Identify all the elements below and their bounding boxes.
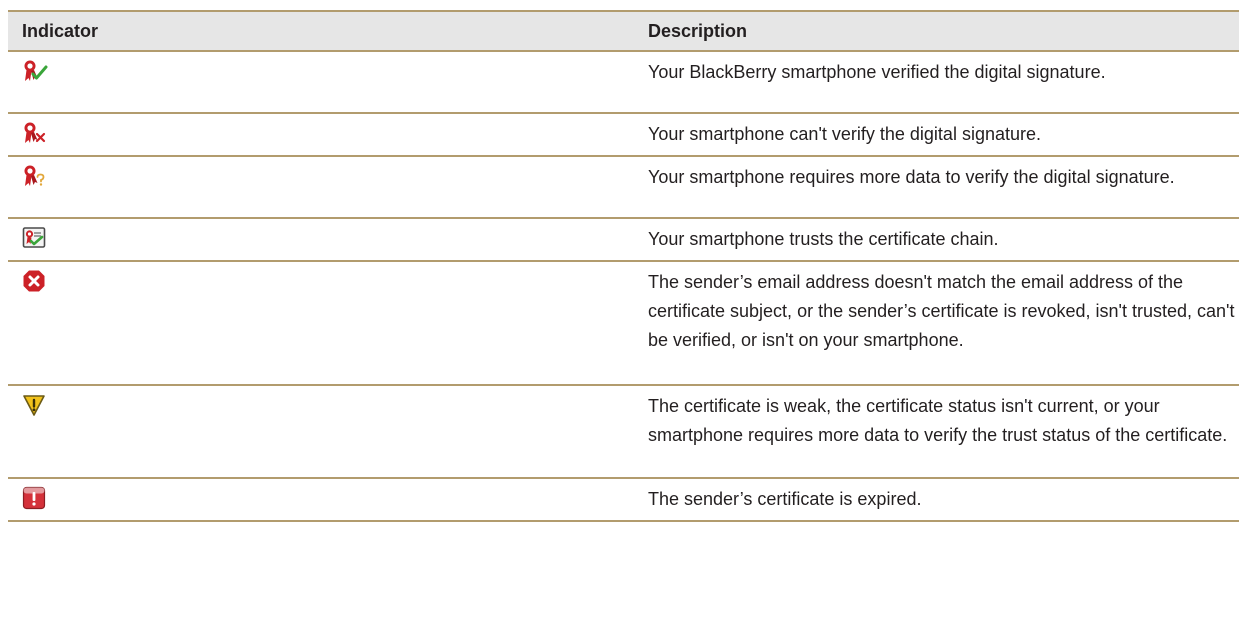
indicator-cell	[8, 156, 638, 218]
certificate-chain-trusted-icon	[22, 226, 46, 250]
signature-needs-data-icon	[22, 164, 46, 188]
certificate-expired-icon	[22, 486, 46, 510]
column-header-description: Description	[648, 20, 748, 41]
description-cell: Your smartphone trusts the certificate c…	[648, 229, 999, 249]
error-x-icon	[22, 269, 46, 293]
warning-triangle-icon	[22, 393, 46, 417]
signature-verified-icon	[22, 59, 48, 83]
indicator-cell	[8, 51, 638, 113]
table-row: Your smartphone can't verify the digital…	[8, 113, 1239, 156]
description-cell: The certificate is weak, the certificate…	[648, 396, 1228, 445]
indicator-cell	[8, 113, 638, 156]
table-row: Your smartphone trusts the certificate c…	[8, 218, 1239, 261]
description-cell: Your BlackBerry smartphone verified the …	[648, 62, 1106, 82]
table-row: The sender’s certificate is expired.	[8, 478, 1239, 521]
table-row: The sender’s email address doesn't match…	[8, 261, 1239, 385]
indicator-table: Indicator Description Your BlackBerry sm…	[8, 10, 1239, 522]
indicator-cell	[8, 261, 638, 385]
description-cell: The sender’s certificate is expired.	[648, 489, 922, 509]
table-header-row: Indicator Description	[8, 11, 1239, 51]
description-cell: Your smartphone can't verify the digital…	[648, 124, 1041, 144]
table-row: The certificate is weak, the certificate…	[8, 385, 1239, 478]
table-row: Your BlackBerry smartphone verified the …	[8, 51, 1239, 113]
table-row: Your smartphone requires more data to ve…	[8, 156, 1239, 218]
description-cell: The sender’s email address doesn't match…	[648, 272, 1235, 350]
signature-not-verified-icon	[22, 121, 46, 145]
indicator-cell	[8, 218, 638, 261]
column-header-indicator: Indicator	[22, 20, 99, 41]
indicator-cell	[8, 478, 638, 521]
description-cell: Your smartphone requires more data to ve…	[648, 167, 1175, 187]
indicator-cell	[8, 385, 638, 478]
